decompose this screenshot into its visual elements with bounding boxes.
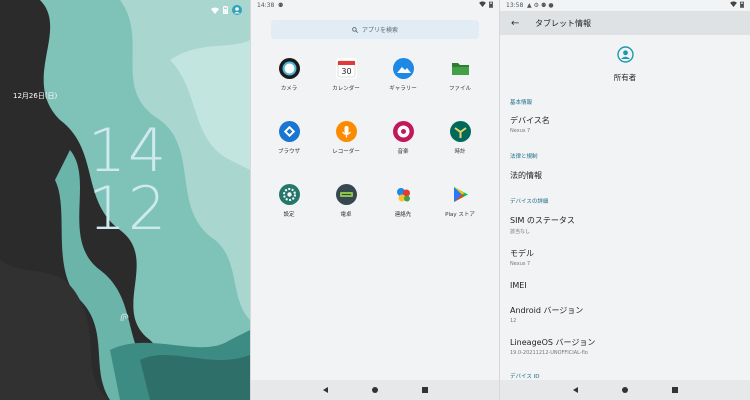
app-search-bar[interactable]: アプリを検索 bbox=[271, 20, 479, 39]
svg-text:30: 30 bbox=[341, 67, 351, 76]
device-name-item[interactable]: デバイス名 Nexus 7 bbox=[510, 115, 550, 134]
clock-minutes: 12 bbox=[87, 174, 169, 244]
app-label: 電卓 bbox=[340, 212, 352, 218]
app-label: 音楽 bbox=[397, 149, 409, 155]
settings-app-bar: ← タブレット情報 bbox=[500, 11, 750, 35]
about-tablet-panel: 13:58 ▲⚙⚉● ← タブレット情報 所有者 基本情報 デバイス名 Nexu… bbox=[500, 0, 750, 400]
play-store-icon bbox=[450, 184, 471, 205]
model-item[interactable]: モデル Nexus 7 bbox=[510, 248, 534, 267]
app-label: Play ストア bbox=[445, 212, 475, 218]
app-play-store[interactable]: Play ストア bbox=[432, 184, 488, 218]
app-label: レコーダー bbox=[332, 149, 360, 155]
recents-nav-icon[interactable] bbox=[671, 387, 678, 393]
app-label: ギャラリー bbox=[389, 86, 417, 92]
notification-icon: ⚉ bbox=[278, 2, 284, 9]
app-label: 設定 bbox=[283, 212, 295, 218]
item-title: IMEI bbox=[510, 281, 527, 290]
lockscreen-status-icons bbox=[211, 5, 242, 15]
item-value: 19.0-20211212-UNOFFICIAL-flo bbox=[510, 350, 588, 356]
wifi-icon bbox=[479, 1, 486, 7]
item-value: Nexus 7 bbox=[510, 261, 531, 267]
app-label: 連絡先 bbox=[394, 212, 412, 218]
app-calendar[interactable]: 30 カレンダー bbox=[318, 58, 374, 92]
owner-header[interactable]: 所有者 bbox=[500, 46, 750, 83]
fingerprint-icon[interactable] bbox=[120, 312, 129, 322]
app-settings[interactable]: 設定 bbox=[261, 184, 317, 218]
search-icon bbox=[352, 26, 358, 33]
battery-icon bbox=[489, 1, 493, 8]
recorder-icon bbox=[335, 121, 357, 142]
item-value: 12 bbox=[510, 318, 517, 324]
section-legal: 法律と規制 bbox=[510, 154, 538, 160]
calculator-icon bbox=[335, 184, 357, 205]
app-drawer-panel: 14:38 ⚉ アプリを検索 カメラ 30 カレンダー ギャラリー ファイル ブ… bbox=[251, 0, 499, 400]
item-title: Android バージョン bbox=[510, 306, 584, 315]
app-camera[interactable]: カメラ bbox=[261, 58, 317, 92]
app-music[interactable]: 音楽 bbox=[375, 121, 431, 155]
section-basic-info: 基本情報 bbox=[510, 100, 533, 106]
notification-icons: ▲⚙⚉● bbox=[527, 2, 556, 9]
wifi-icon bbox=[730, 1, 737, 7]
item-value: Nexus 7 bbox=[510, 128, 531, 134]
navigation-bar bbox=[251, 380, 499, 400]
page-title: タブレット情報 bbox=[535, 18, 591, 28]
home-nav-icon[interactable] bbox=[621, 387, 628, 393]
camera-icon bbox=[278, 58, 300, 79]
section-device-id: デバイス ID bbox=[510, 374, 540, 380]
gallery-icon bbox=[392, 58, 414, 79]
lockscreen-date: 12月26日(日) bbox=[13, 92, 58, 100]
item-title: SIM のステータス bbox=[510, 216, 575, 225]
home-nav-icon[interactable] bbox=[371, 387, 378, 393]
lineage-version-item[interactable]: LineageOS バージョン 19.0-20211212-UNOFFICIAL… bbox=[510, 337, 595, 356]
app-browser[interactable]: ブラウザ bbox=[261, 121, 317, 155]
settings-icon bbox=[278, 184, 300, 205]
navigation-bar bbox=[500, 380, 750, 400]
legal-info-item[interactable]: 法的情報 bbox=[510, 170, 542, 181]
back-arrow-icon[interactable]: ← bbox=[511, 18, 525, 29]
status-bar: 13:58 ▲⚙⚉● bbox=[500, 0, 750, 11]
status-time: 13:58 bbox=[506, 2, 524, 9]
app-label: カメラ bbox=[280, 86, 298, 92]
back-nav-icon[interactable] bbox=[322, 387, 328, 393]
battery-icon bbox=[740, 1, 744, 8]
app-files[interactable]: ファイル bbox=[432, 58, 488, 92]
status-bar: 14:38 ⚉ bbox=[251, 0, 499, 11]
status-time: 14:38 bbox=[257, 2, 275, 9]
app-gallery[interactable]: ギャラリー bbox=[375, 58, 431, 92]
files-icon bbox=[450, 58, 471, 79]
app-label: ファイル bbox=[448, 86, 471, 92]
app-recorder[interactable]: レコーダー bbox=[318, 121, 374, 155]
app-label: 時計 bbox=[454, 149, 466, 155]
app-clock[interactable]: 時計 bbox=[432, 121, 488, 155]
account-icon bbox=[616, 46, 634, 63]
calendar-icon: 30 bbox=[335, 58, 357, 79]
browser-icon bbox=[278, 121, 300, 142]
item-title: モデル bbox=[510, 249, 534, 258]
imei-item[interactable]: IMEI bbox=[510, 281, 527, 290]
app-label: ブラウザ bbox=[277, 149, 300, 155]
app-calculator[interactable]: 電卓 bbox=[318, 184, 374, 218]
back-nav-icon[interactable] bbox=[572, 387, 578, 393]
sim-status-item[interactable]: SIM のステータス 該当なし bbox=[510, 215, 575, 235]
search-placeholder: アプリを検索 bbox=[361, 27, 398, 34]
lockscreen-panel: 12月26日(日) 14 12 bbox=[0, 0, 250, 400]
app-contacts[interactable]: 連絡先 bbox=[375, 184, 431, 218]
user-avatar-icon[interactable] bbox=[232, 5, 242, 15]
lockscreen-clock: 14 12 bbox=[78, 116, 178, 244]
android-version-item[interactable]: Android バージョン 12 bbox=[510, 305, 583, 324]
app-label: カレンダー bbox=[332, 86, 360, 92]
recents-nav-icon[interactable] bbox=[421, 387, 428, 393]
section-device-details: デバイスの詳細 bbox=[510, 199, 549, 205]
contacts-icon bbox=[393, 184, 414, 205]
item-title: デバイス名 bbox=[510, 116, 550, 125]
item-value: 該当なし bbox=[510, 229, 531, 235]
battery-icon bbox=[223, 6, 228, 14]
wifi-icon bbox=[211, 7, 219, 14]
owner-label: 所有者 bbox=[613, 73, 637, 82]
item-title: LineageOS バージョン bbox=[510, 338, 596, 347]
item-title: 法的情報 bbox=[510, 171, 542, 180]
clock-icon bbox=[449, 121, 471, 142]
clock-hours: 14 bbox=[87, 116, 169, 186]
music-icon bbox=[392, 121, 414, 142]
